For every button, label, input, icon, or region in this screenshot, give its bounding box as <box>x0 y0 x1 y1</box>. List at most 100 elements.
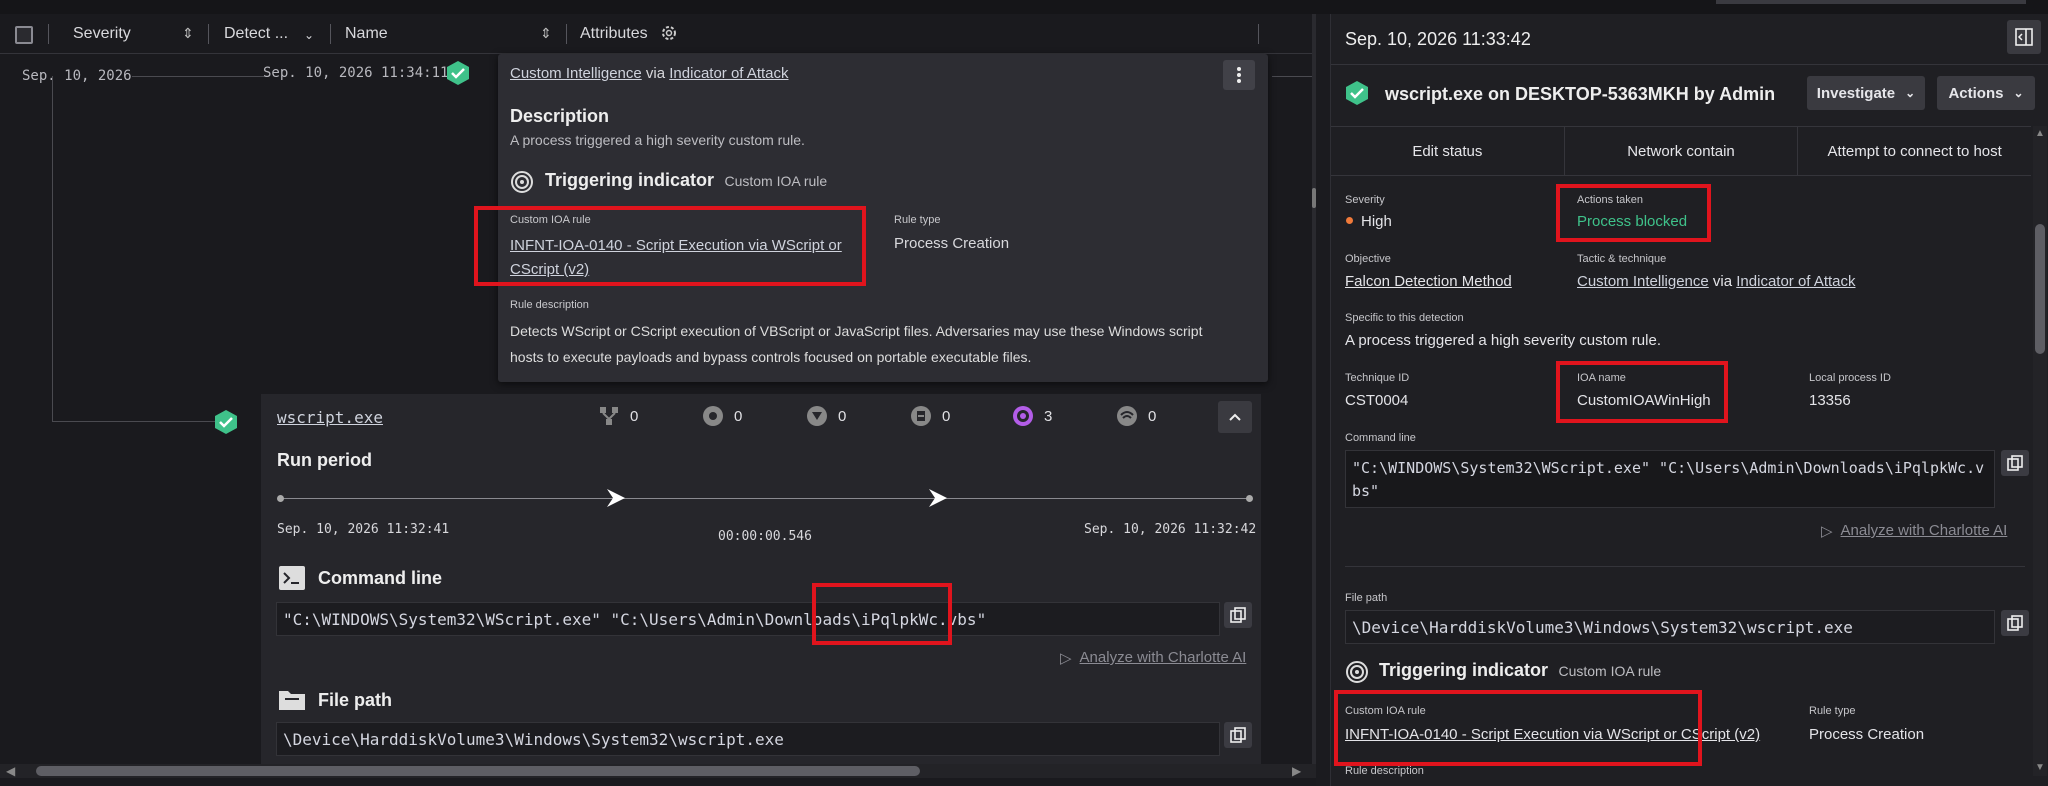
triggering-indicator-icon <box>1345 660 1369 689</box>
vertical-scrollbar-thumb[interactable] <box>1312 188 1316 208</box>
column-attributes[interactable]: Attributes <box>580 25 648 43</box>
network-icon <box>598 405 620 427</box>
triggering-indicator-heading: Triggering indicator <box>1379 660 1549 680</box>
detection-check-icon[interactable] <box>446 60 470 86</box>
stat-wifi[interactable]: 0 <box>1116 405 1156 427</box>
command-line-text: "C:\WINDOWS\System32\WScript.exe" "C:\Us… <box>1352 459 1985 477</box>
connect-host-button[interactable]: Attempt to connect to host <box>1798 127 2031 175</box>
via-text: via <box>1712 273 1733 290</box>
run-period-timeline <box>280 498 1250 499</box>
top-search-field[interactable] <box>1716 0 2026 4</box>
column-name[interactable]: Name <box>345 25 388 43</box>
technique-link[interactable]: Indicator of Attack <box>1736 273 1855 290</box>
network-contain-button[interactable]: Network contain <box>1565 127 1799 175</box>
analyze-charlotte-link[interactable]: ▷ Analyze with Charlotte AI <box>1821 522 2007 540</box>
objective-link[interactable]: Falcon Detection Method <box>1345 273 1512 290</box>
dock-panel-button[interactable] <box>2007 20 2041 54</box>
analyze-text[interactable]: Analyze with Charlotte AI <box>1080 649 1247 667</box>
tree-line <box>132 76 264 77</box>
scroll-up-icon[interactable]: ▲ <box>2035 128 2045 139</box>
stat-network[interactable]: 0 <box>598 405 638 427</box>
stat-value: 0 <box>838 407 847 425</box>
stat-dns[interactable]: 0 <box>702 405 742 427</box>
node-timestamp: Sep. 10, 2026 11:34:11 <box>263 65 449 81</box>
stat-disk[interactable]: 0 <box>910 405 950 427</box>
tree-line <box>52 76 53 421</box>
objective-label: Objective <box>1345 253 1391 265</box>
sort-icon[interactable]: ⇕ <box>540 25 552 42</box>
vertical-scrollbar-thumb[interactable] <box>2035 224 2045 354</box>
tactic-link[interactable]: Custom Intelligence <box>1577 273 1709 290</box>
rule-description-line: hosts to execute payloads and bypass con… <box>510 349 1032 365</box>
copy-command-button[interactable] <box>1224 602 1252 628</box>
process-name-link[interactable]: wscript.exe <box>277 408 383 427</box>
sort-icon[interactable]: ⇕ <box>182 25 194 42</box>
technique-id-value: CST0004 <box>1345 392 1409 409</box>
arrow-icon <box>927 487 949 514</box>
run-period-heading: Run period <box>277 450 372 470</box>
select-all-checkbox[interactable] <box>15 26 33 44</box>
detection-details-panel: Sep. 10, 2026 11:33:42 wscript.exe on DE… <box>1330 14 2048 786</box>
command-line-heading: Command line <box>318 568 443 588</box>
folder-icon <box>279 688 305 715</box>
scroll-left-icon[interactable]: ◀ <box>6 764 15 778</box>
stat-filter[interactable]: 0 <box>806 405 846 427</box>
column-severity[interactable]: Severity <box>73 25 131 43</box>
triggering-indicator-sub: Custom IOA rule <box>1558 663 1662 679</box>
via-text: via <box>645 65 666 82</box>
run-start: Sep. 10, 2026 11:32:41 <box>277 522 450 537</box>
column-divider <box>208 24 209 44</box>
dns-icon <box>702 405 724 427</box>
rule-type-value: Process Creation <box>1809 726 1925 743</box>
rule-description-label: Rule description <box>510 299 589 311</box>
column-detect[interactable]: Detect ... <box>224 25 288 43</box>
stat-indicators[interactable]: 3 <box>1012 405 1052 427</box>
arrow-icon <box>605 487 627 514</box>
scroll-right-icon[interactable]: ▶ <box>1292 764 1301 778</box>
investigate-label: Investigate <box>1816 84 1896 102</box>
detection-tree-pane: Severity ⇕ Detect ... ⌄ Name ⇕ Attribute… <box>0 0 1316 786</box>
rule-type-value: Process Creation <box>894 235 1010 252</box>
highlight-box <box>1556 361 1728 423</box>
actions-button[interactable]: Actions ⌄ <box>1937 76 2035 110</box>
column-divider <box>1258 24 1259 44</box>
gear-icon[interactable] <box>660 24 678 47</box>
investigate-button[interactable]: Investigate ⌄ <box>1807 76 1925 110</box>
scroll-down-icon[interactable]: ▼ <box>2035 762 2045 773</box>
header-divider <box>1331 64 2048 65</box>
process-check-icon[interactable] <box>214 409 238 435</box>
column-divider <box>330 24 331 44</box>
file-path-heading: File path <box>318 690 393 710</box>
column-divider <box>566 24 567 44</box>
technique-link[interactable]: Indicator of Attack <box>669 65 788 82</box>
chevron-down-icon[interactable]: ⌄ <box>304 28 314 42</box>
analyze-charlotte-link[interactable]: ▷ Analyze with Charlotte AI <box>1060 649 1246 667</box>
collapse-button[interactable] <box>1218 401 1252 433</box>
terminal-icon <box>279 566 305 595</box>
severity-value: High <box>1361 213 1392 230</box>
edit-status-button[interactable]: Edit status <box>1331 127 1565 175</box>
column-divider <box>48 24 49 44</box>
send-icon: ▷ <box>1821 523 1833 540</box>
copy-filepath-button[interactable] <box>2001 610 2029 636</box>
highlight-box <box>1334 690 1702 766</box>
rule-type-label: Rule type <box>894 214 941 226</box>
file-path-label: File path <box>1345 592 1388 604</box>
command-line-value: "C:\WINDOWS\System32\WScript.exe" "C:\Us… <box>276 602 1220 636</box>
specific-value: A process triggered a high severity cust… <box>1345 332 1661 349</box>
rule-description-line: Detects WScript or CScript execution of … <box>510 323 1203 339</box>
analyze-text[interactable]: Analyze with Charlotte AI <box>1841 522 2008 540</box>
copy-filepath-button[interactable] <box>1224 722 1252 748</box>
highlight-box <box>474 206 866 286</box>
copy-icon <box>1230 607 1246 623</box>
copy-command-button[interactable] <box>2001 450 2029 476</box>
horizontal-scrollbar-thumb[interactable] <box>36 766 920 776</box>
command-line-label: Command line <box>1345 432 1416 444</box>
highlight-box <box>812 583 952 645</box>
tactic-label: Tactic & technique <box>1577 253 1667 265</box>
more-menu-button[interactable] <box>1223 60 1255 90</box>
tactic-link[interactable]: Custom Intelligence <box>510 65 642 82</box>
vertical-scrollbar[interactable] <box>1312 14 1316 764</box>
chevron-down-icon: ⌄ <box>2013 86 2024 100</box>
description-text: A process triggered a high severity cust… <box>510 132 805 148</box>
